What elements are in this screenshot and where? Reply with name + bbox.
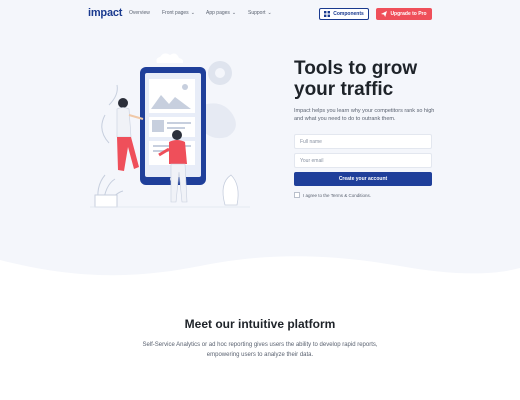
components-button[interactable]: Components — [319, 8, 369, 20]
plant-illustration — [94, 174, 124, 208]
create-account-button[interactable]: Create your account — [294, 172, 432, 186]
grid-icon — [324, 11, 331, 17]
cloud-icon — [156, 53, 184, 63]
upgrade-pro-button[interactable]: Upgrade to Pro — [376, 8, 432, 20]
nav-item-support[interactable]: Support ⌄ — [248, 10, 272, 16]
hero-description: Impact helps you learn why your competit… — [294, 108, 435, 122]
terms-checkbox[interactable] — [294, 192, 300, 198]
nav-item-app-pages[interactable]: App pages ⌄ — [206, 10, 236, 16]
hero-wave-divider — [0, 256, 520, 290]
terms-checkbox-row[interactable]: I agree to the Terms & Conditions. — [294, 192, 371, 198]
nav-item-label: Front pages — [162, 10, 189, 16]
nav-item-label: Support — [248, 10, 266, 16]
person-left-illustration — [116, 98, 144, 171]
section-description: Self-Service Analytics or ad hoc reporti… — [142, 342, 378, 358]
hero-title: Tools to grow your traffic — [294, 58, 418, 100]
components-button-label: Components — [333, 11, 364, 17]
full-name-input[interactable]: Full name — [294, 134, 432, 149]
gear-icon — [208, 61, 232, 85]
nav-item-label: App pages — [206, 10, 230, 16]
hero-illustration — [90, 53, 250, 208]
upgrade-pro-label: Upgrade to Pro — [390, 11, 427, 17]
full-name-placeholder: Full name — [300, 139, 322, 145]
create-account-label: Create your account — [338, 176, 388, 182]
nav-item-overview[interactable]: Overview — [129, 10, 150, 16]
brand-logo[interactable]: impact — [88, 7, 122, 19]
top-navbar: impact Overview Front pages ⌄ App pages … — [0, 0, 520, 28]
chevron-down-icon: ⌄ — [231, 10, 237, 16]
send-icon — [381, 11, 388, 17]
hero-background — [0, 0, 520, 285]
terms-label: I agree to the Terms & Conditions. — [303, 192, 371, 198]
email-placeholder: Your email — [300, 158, 324, 164]
nav-item-label: Overview — [129, 10, 150, 16]
chevron-down-icon: ⌄ — [267, 10, 272, 16]
nav-item-front-pages[interactable]: Front pages ⌄ — [162, 10, 195, 16]
email-input[interactable]: Your email — [294, 153, 432, 168]
section-title: Meet our intuitive platform — [184, 317, 336, 331]
chevron-down-icon: ⌄ — [190, 10, 195, 16]
